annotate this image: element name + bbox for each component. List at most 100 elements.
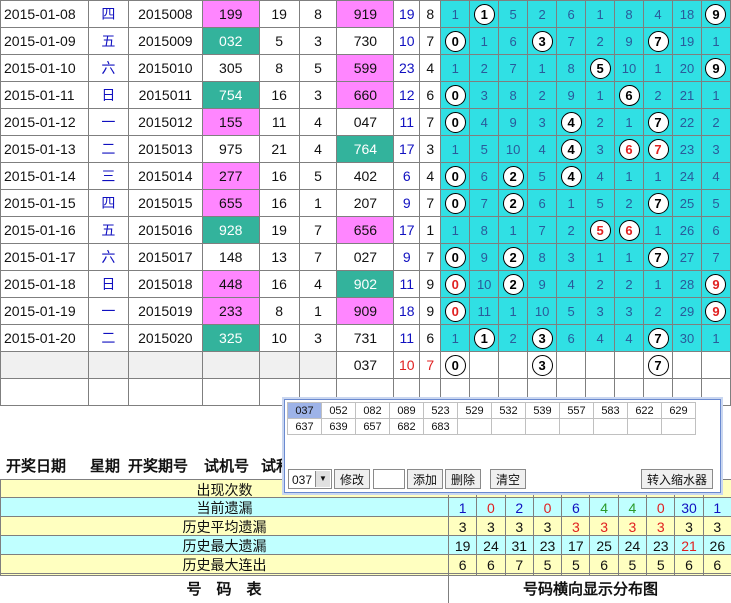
miss-count: 23 xyxy=(679,142,695,157)
dist-cell-1: 10 xyxy=(469,270,500,298)
empty-cell xyxy=(87,378,129,406)
dist-cell-3: 5 xyxy=(527,162,558,190)
dist-cell-7: 7 xyxy=(643,135,673,163)
dist-cell-1: 1 xyxy=(469,0,500,28)
dist-cell-7: 7 xyxy=(643,324,673,352)
cell-draw-number: 599 xyxy=(336,54,395,82)
cell-draw-span: 1 xyxy=(419,216,442,244)
cell-weekday: 一 xyxy=(87,297,129,325)
number-picker-popup: 037 052 082 089 523 529 532 539 557 583 622 629 637 6… xyxy=(284,399,721,493)
dist-cell-1: 1 xyxy=(469,27,500,55)
cell-test-sum: 16 xyxy=(258,270,300,298)
miss-count: 1 xyxy=(509,304,517,319)
pending-dist-cell: 3 xyxy=(527,351,558,379)
popup-number-cell[interactable] xyxy=(661,418,696,435)
dist-cell-9: 9 xyxy=(700,54,731,82)
dist-cell-0: 0 xyxy=(440,270,471,298)
cell-test-number: 277 xyxy=(201,162,260,190)
popup-number-cell[interactable] xyxy=(525,418,560,435)
hit-marker: 0 xyxy=(444,30,466,52)
dist-cell-8: 22 xyxy=(671,108,702,136)
popup-number-cell[interactable]: 089 xyxy=(389,402,424,419)
dist-cell-2: 5 xyxy=(498,0,529,28)
cell-test-span: 4 xyxy=(298,270,338,298)
popup-number-cell[interactable]: 037 xyxy=(287,402,322,419)
popup-number-cell[interactable] xyxy=(593,418,628,435)
transfer-button[interactable]: 转入缩水器 xyxy=(641,469,713,489)
miss-count: 1 xyxy=(451,61,459,76)
hit-marker: 0 xyxy=(444,246,466,268)
dist-cell-3: 3 xyxy=(527,108,558,136)
number-input[interactable] xyxy=(373,469,405,489)
cell-test-span: 7 xyxy=(298,243,338,271)
table-row: 2015-01-08 四 2015008 199 19 8 919 19 8 1 1 5 2 6 1 8 4 18… xyxy=(0,0,731,28)
cell-test-sum: 8 xyxy=(258,54,300,82)
dist-cell-9: 4 xyxy=(700,162,731,190)
clear-button[interactable]: 清空 xyxy=(490,469,526,489)
dist-cell-6: 6 xyxy=(614,81,645,109)
miss-count: 1 xyxy=(567,196,575,211)
number-list: 037 052 082 089 523 529 532 539 557 583 622 629 637 6… xyxy=(287,402,696,435)
cell-test-span: 3 xyxy=(298,81,338,109)
add-button[interactable]: 添加 xyxy=(407,469,443,489)
cell-draw-number: 660 xyxy=(336,81,395,109)
popup-number-cell[interactable]: 082 xyxy=(355,402,390,419)
modify-button[interactable]: 修改 xyxy=(334,469,370,489)
hit-marker: 6 xyxy=(618,84,640,106)
cell-test-span: 7 xyxy=(298,216,338,244)
cell-draw-sum: 11 xyxy=(393,324,421,352)
popup-number-cell[interactable]: 657 xyxy=(355,418,390,435)
dist-cell-0: 1 xyxy=(440,216,471,244)
dist-cell-9: 1 xyxy=(700,324,731,352)
table-row: 2015-01-15 四 2015015 655 16 1 207 9 7 0 7 2 6 1 5 2 7 25 5 xyxy=(0,189,731,217)
popup-number-cell[interactable] xyxy=(559,418,594,435)
delete-button[interactable]: 删除 xyxy=(445,469,481,489)
hit-marker: 7 xyxy=(647,246,669,268)
popup-number-cell[interactable]: 622 xyxy=(627,402,662,419)
table-row: 2015-01-16 五 2015016 928 19 7 656 17 1 1 8 1 7 2 5 6 1 26… xyxy=(0,216,731,244)
cell-draw-number: 207 xyxy=(336,189,395,217)
hit-marker: 1 xyxy=(473,327,495,349)
dist-cell-5: 5 xyxy=(585,189,616,217)
cell-draw-number: 730 xyxy=(336,27,395,55)
popup-number-cell[interactable]: 523 xyxy=(423,402,458,419)
miss-count: 4 xyxy=(712,169,720,184)
cell-test-span: 5 xyxy=(298,54,338,82)
popup-number-cell[interactable]: 529 xyxy=(457,402,492,419)
miss-count: 3 xyxy=(480,88,488,103)
popup-number-cell[interactable]: 539 xyxy=(525,402,560,419)
footer-right: 号码横向显示分布图 xyxy=(448,573,731,603)
popup-number-cell[interactable]: 532 xyxy=(491,402,526,419)
miss-count: 1 xyxy=(712,34,720,49)
table-row: 2015-01-09 五 2015009 032 5 3 730 10 7 0 1 6 3 7 2 9 7 19 1 xyxy=(0,27,731,55)
miss-count: 1 xyxy=(451,223,459,238)
popup-number-cell[interactable]: 637 xyxy=(287,418,322,435)
cell-date: 2015-01-17 xyxy=(0,243,89,271)
dist-cell-0: 1 xyxy=(440,324,471,352)
table-row: 2015-01-13 二 2015013 975 21 4 764 17 3 1 5 10 4 4 3 6 7 2… xyxy=(0,135,731,163)
cell-draw-sum: 11 xyxy=(393,108,421,136)
popup-number-cell[interactable] xyxy=(457,418,492,435)
popup-number-cell[interactable]: 583 xyxy=(593,402,628,419)
popup-number-cell[interactable]: 639 xyxy=(321,418,356,435)
popup-number-cell[interactable] xyxy=(491,418,526,435)
popup-number-cell[interactable]: 683 xyxy=(423,418,458,435)
miss-count: 6 xyxy=(712,223,720,238)
miss-count: 9 xyxy=(625,34,633,49)
popup-number-cell[interactable]: 629 xyxy=(661,402,696,419)
header-date: 开奖日期 xyxy=(6,457,67,475)
miss-count: 26 xyxy=(679,223,695,238)
cell-test-number: 032 xyxy=(201,27,260,55)
cell-draw-span: 4 xyxy=(419,162,442,190)
header-issue: 开奖期号 xyxy=(128,457,189,475)
pending-dist-cell xyxy=(585,351,616,379)
popup-number-cell[interactable]: 557 xyxy=(559,402,594,419)
popup-number-cell[interactable]: 052 xyxy=(321,402,356,419)
cell-issue: 2015014 xyxy=(127,162,203,190)
popup-number-cell[interactable] xyxy=(627,418,662,435)
miss-count: 2 xyxy=(509,331,517,346)
dist-cell-6: 8 xyxy=(614,0,645,28)
popup-number-cell[interactable]: 682 xyxy=(389,418,424,435)
dist-cell-3: 9 xyxy=(527,270,558,298)
number-select[interactable]: 037 ▼ xyxy=(288,469,332,489)
